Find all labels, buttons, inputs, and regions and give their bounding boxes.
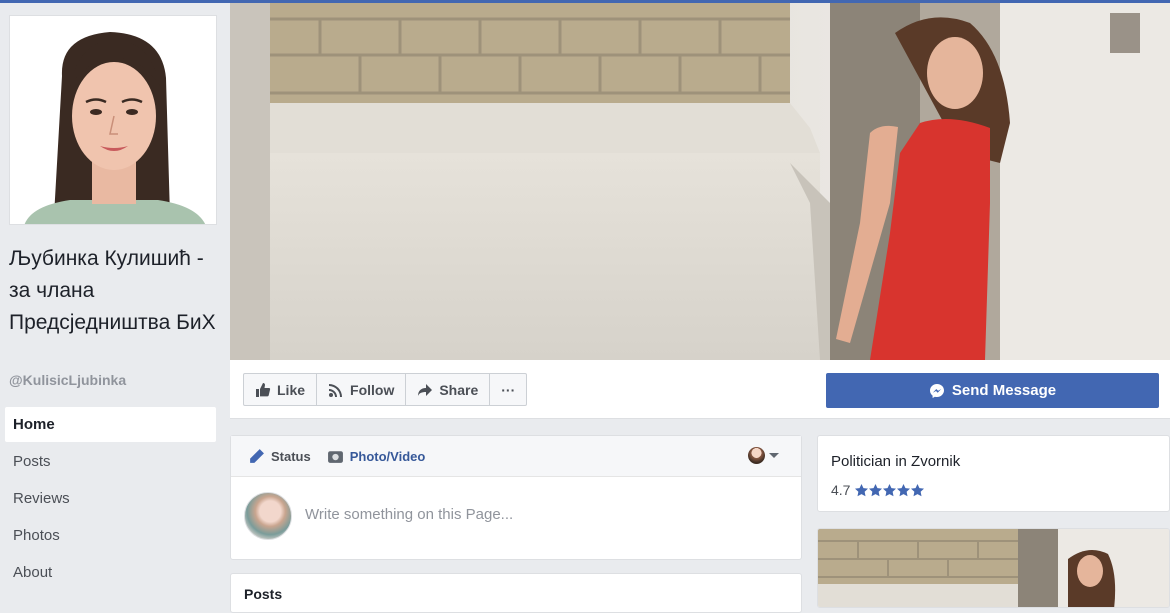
page-title: Љубинка Кулишић - за члана Предсједништв… [9, 247, 216, 334]
send-message-label: Send Message [951, 382, 1057, 399]
photo-thumbnail [818, 529, 1169, 607]
posts-section: Posts [230, 573, 802, 613]
chevron-down-icon [769, 453, 779, 458]
post-composer: Status Photo/Video [230, 435, 802, 560]
page-action-bar: Like Follow Share ··· Send Message [230, 360, 1170, 419]
star-icon [897, 483, 911, 496]
tab-status-label: Status [271, 448, 311, 464]
about-summary-card: Politician in Zvornik 4.7 [817, 435, 1170, 512]
like-button-label: Like [277, 381, 306, 398]
star-icon [883, 483, 897, 496]
star-icon [869, 483, 883, 496]
post-as-avatar [748, 447, 765, 464]
nav-item-reviews[interactable]: Reviews [5, 481, 216, 516]
share-button-label: Share [439, 381, 479, 398]
tab-photo-video-label: Photo/Video [349, 448, 426, 464]
pencil-icon [250, 448, 264, 463]
rating-stars [855, 483, 925, 497]
follow-button[interactable]: Follow [317, 374, 407, 405]
nav-item-home[interactable]: Home [5, 407, 216, 442]
page-action-buttons: Like Follow Share ··· [243, 373, 528, 406]
like-button[interactable]: Like [244, 374, 318, 405]
nav-item-posts[interactable]: Posts [5, 444, 216, 479]
star-icon [855, 483, 869, 496]
rating-value: 4.7 [831, 482, 851, 498]
camera-icon [327, 450, 343, 463]
more-options-button[interactable]: ··· [490, 374, 526, 405]
tab-photo-video[interactable]: Photo/Video [327, 448, 426, 465]
post-as-selector[interactable] [748, 447, 779, 464]
share-arrow-icon [418, 383, 433, 396]
photos-preview-card[interactable] [817, 528, 1170, 608]
composer-input[interactable] [303, 505, 767, 524]
page-username[interactable]: @KulisicLjubinka [9, 372, 126, 388]
nav-item-about[interactable]: About [5, 555, 216, 590]
profile-picture[interactable] [9, 15, 217, 225]
follow-button-label: Follow [350, 381, 395, 398]
send-message-button[interactable]: Send Message [826, 373, 1159, 408]
composer-avatar [244, 492, 292, 540]
more-dots-icon: ··· [501, 381, 516, 398]
rating-summary[interactable]: 4.7 [831, 482, 925, 498]
page-nav: Home Posts Reviews Photos About [5, 407, 216, 592]
profile-portrait-image [10, 16, 216, 224]
cover-photo[interactable] [230, 3, 1170, 360]
rss-follow-icon [329, 383, 343, 397]
cover-image [230, 3, 1170, 360]
share-button[interactable]: Share [406, 374, 491, 405]
thumbs-up-icon [256, 382, 271, 397]
messenger-icon [929, 383, 944, 398]
star-icon [911, 483, 925, 496]
composer-body [231, 477, 801, 561]
tab-status[interactable]: Status [248, 448, 311, 465]
composer-tabs: Status Photo/Video [231, 436, 801, 477]
nav-item-photos[interactable]: Photos [5, 518, 216, 553]
left-column: Љубинка Кулишић - за члана Предсједништв… [0, 3, 230, 600]
page-category[interactable]: Politician in Zvornik [831, 453, 960, 470]
